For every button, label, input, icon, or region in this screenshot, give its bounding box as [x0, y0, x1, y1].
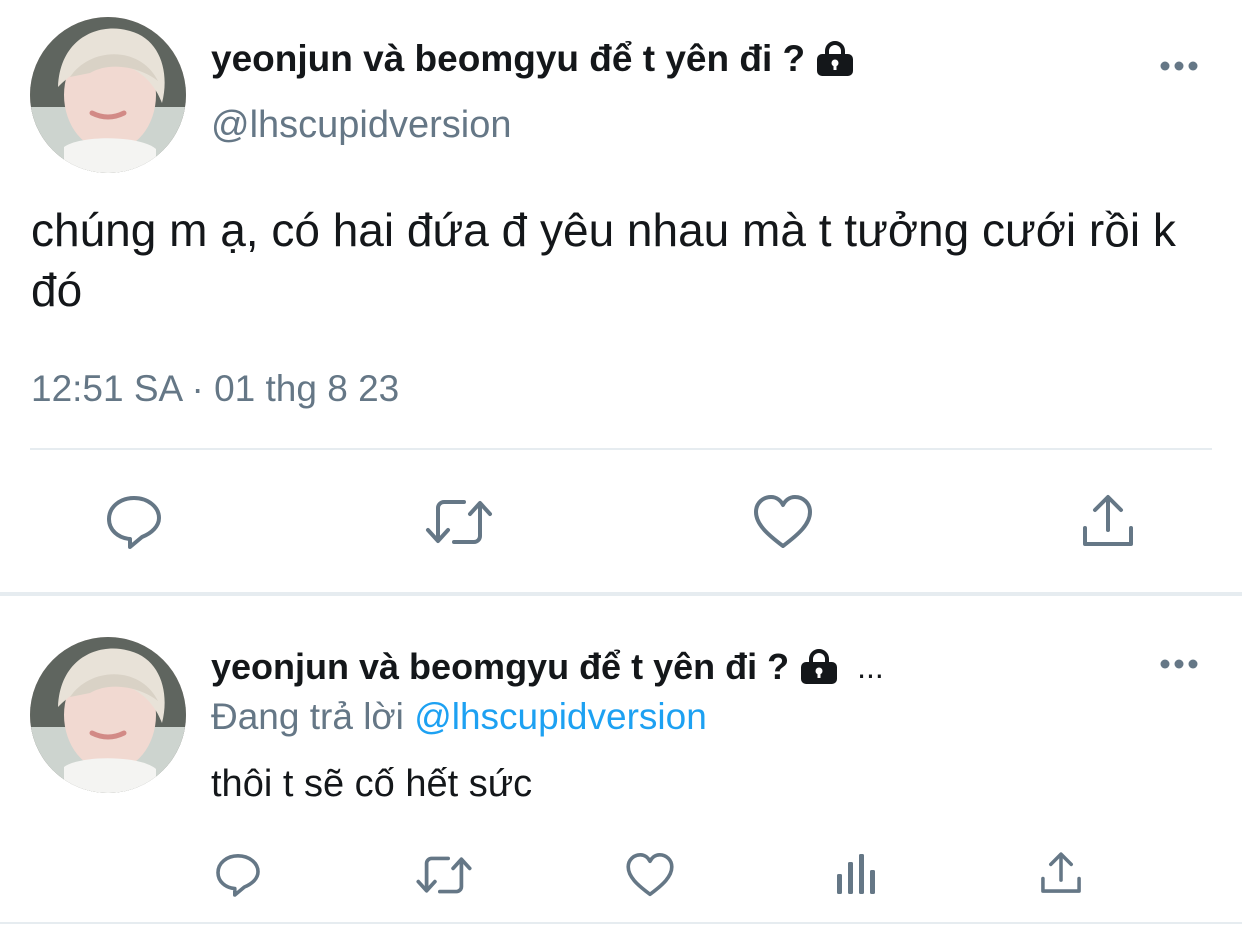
tweet-timestamp[interactable]: 12:51 SA · 01 thg 8 23	[31, 368, 399, 410]
reply-avatar[interactable]	[30, 637, 186, 793]
display-name-text: yeonjun và beomgyu để t yên đi ?	[211, 38, 806, 79]
reply-display-name[interactable]: yeonjun và beomgyu để t yên đi ? ...	[211, 646, 884, 688]
analytics-icon[interactable]	[835, 852, 877, 896]
avatar[interactable]	[30, 17, 186, 173]
replying-to: Đang trả lời @lhscupidversion	[211, 696, 707, 738]
reply-more-icon[interactable]	[1158, 654, 1200, 674]
reply-icon[interactable]	[104, 494, 164, 550]
reply-display-name-text: yeonjun và beomgyu để t yên đi ?	[211, 646, 790, 687]
retweet-icon[interactable]	[424, 496, 494, 548]
share-icon[interactable]	[1039, 850, 1083, 896]
name-truncation: ...	[857, 648, 884, 685]
replying-mention-link[interactable]: @lhscupidversion	[414, 696, 707, 737]
section-divider	[0, 592, 1242, 596]
user-handle[interactable]: @lhscupidversion	[211, 104, 512, 147]
replying-prefix: Đang trả lời	[211, 696, 404, 737]
tweet-text: chúng m ạ, có hai đứa đ yêu nhau mà t tư…	[31, 204, 1176, 316]
like-icon[interactable]	[625, 852, 675, 898]
retweet-icon[interactable]	[415, 853, 473, 897]
bottom-divider	[0, 922, 1242, 924]
share-icon[interactable]	[1080, 492, 1136, 550]
like-icon[interactable]	[752, 494, 814, 550]
reply-icon[interactable]	[214, 852, 262, 898]
lock-icon	[799, 647, 839, 687]
divider	[30, 448, 1212, 450]
reply-text: thôi t sẽ cố hết sức	[211, 763, 533, 805]
display-name[interactable]: yeonjun và beomgyu để t yên đi ?	[211, 38, 855, 80]
lock-icon	[815, 39, 855, 79]
more-icon[interactable]	[1158, 56, 1200, 76]
